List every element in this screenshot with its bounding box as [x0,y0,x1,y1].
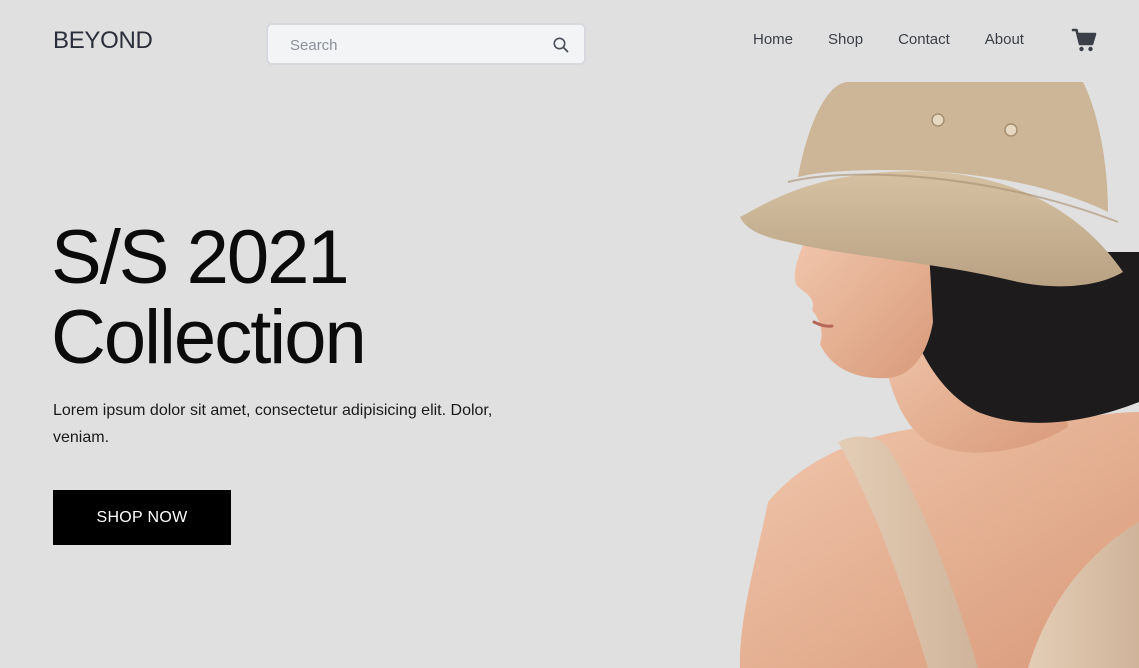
nav-link-shop[interactable]: Shop [828,31,863,51]
hero-title: S/S 2021 Collection [51,215,367,380]
nav-link-home[interactable]: Home [753,31,793,51]
navbar: BEYOND Home Shop Contact About [0,0,1139,82]
hero-title-line-1: S/S 2021 [51,215,350,300]
cart-icon[interactable] [1071,27,1097,53]
search-input[interactable] [290,35,540,55]
shop-now-button[interactable]: SHOP NOW [53,490,231,545]
search-bar [266,23,586,65]
brand-logo[interactable]: BEYOND [53,27,153,55]
nav-link-about[interactable]: About [985,31,1024,51]
hero-description: Lorem ipsum dolor sit amet, consectetur … [53,402,493,446]
hero-title-line-2: Collection [51,295,367,380]
search-icon[interactable] [552,36,570,54]
nav-link-contact[interactable]: Contact [898,31,950,51]
hero-model-image [728,82,1139,668]
main-nav: Home Shop Contact About [753,31,1024,51]
